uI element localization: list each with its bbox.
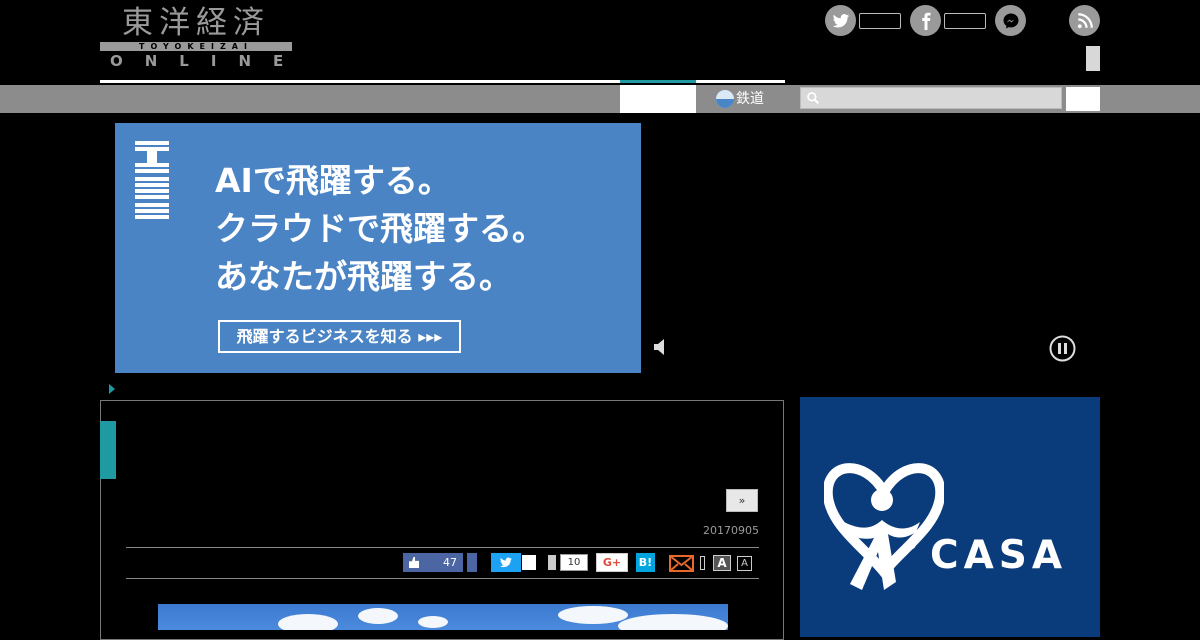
search-icon bbox=[807, 92, 819, 104]
logo-kanji: 東洋経済 bbox=[122, 5, 270, 41]
nav-item-railway[interactable]: 鉄道 bbox=[696, 85, 800, 113]
facebook-share-extra[interactable] bbox=[467, 553, 477, 572]
messenger-icon bbox=[1003, 13, 1019, 29]
registered-mark: ® bbox=[906, 539, 917, 552]
hatena-bookmark-button[interactable]: B! bbox=[636, 553, 655, 572]
font-size-small-button[interactable]: A bbox=[737, 556, 752, 571]
twitter-icon bbox=[832, 14, 850, 28]
ad-headline-line: クラウドで飛躍する。 bbox=[215, 209, 545, 248]
hatena-count-tab bbox=[548, 555, 556, 570]
nav-item-railway-label: 鉄道 bbox=[736, 91, 764, 107]
messenger-button[interactable] bbox=[995, 5, 1026, 36]
facebook-share-button[interactable]: 47 bbox=[403, 553, 463, 572]
nav-active-indicator bbox=[620, 80, 696, 83]
breadcrumb-arrow-icon bbox=[109, 384, 115, 394]
site-logo[interactable]: 東洋経済 TOYOKEIZAI ONLINE bbox=[100, 6, 292, 72]
search-input[interactable] bbox=[800, 87, 1062, 109]
ad-headline-line: AIで飛躍する。 bbox=[215, 161, 451, 200]
railway-icon bbox=[716, 90, 734, 108]
tweet-count-bubble bbox=[522, 555, 536, 570]
thumbs-up-icon bbox=[409, 557, 419, 568]
article-date: 20170905 bbox=[703, 524, 759, 537]
facebook-share-count: 47 bbox=[443, 556, 457, 569]
share-bar-top-rule bbox=[126, 547, 759, 548]
rss-feed-button[interactable] bbox=[1069, 5, 1100, 36]
facebook-icon bbox=[922, 12, 931, 30]
ad-headline-line: あなたが飛躍する。 bbox=[215, 257, 512, 296]
google-plus-button[interactable]: G+ bbox=[596, 553, 628, 572]
twitter-follower-count bbox=[859, 13, 901, 29]
search-submit-button[interactable] bbox=[1066, 87, 1100, 111]
speaker-mute-icon[interactable] bbox=[652, 337, 666, 357]
tweet-button[interactable] bbox=[491, 553, 521, 572]
ad-banner-casa[interactable]: ® CASA bbox=[800, 397, 1100, 637]
ibm-logo bbox=[135, 141, 169, 219]
article-category-marker bbox=[100, 421, 116, 479]
facebook-like-button[interactable] bbox=[910, 5, 941, 36]
casa-wordmark: CASA bbox=[930, 533, 1068, 578]
member-menu-button[interactable] bbox=[1086, 46, 1100, 71]
article-photo bbox=[158, 604, 728, 630]
ad-headline: AIで飛躍する。 クラウドで飛躍する。 あなたが飛躍する。 bbox=[215, 157, 545, 301]
facebook-like-count bbox=[944, 13, 986, 29]
ad-cta-button[interactable]: 飛躍するビジネスを知る ▸▸▸ bbox=[218, 320, 461, 353]
bookmark-count-bubble: 10 bbox=[560, 554, 588, 571]
print-button[interactable] bbox=[700, 556, 705, 570]
share-bar-bottom-rule bbox=[126, 578, 759, 579]
twitter-follow-button[interactable] bbox=[825, 5, 856, 36]
next-page-button[interactable]: » bbox=[726, 489, 758, 512]
nav-tab-active[interactable] bbox=[620, 85, 696, 113]
font-size-large-button[interactable]: A bbox=[713, 555, 731, 571]
logo-band: TOYOKEIZAI bbox=[100, 42, 292, 51]
rss-icon bbox=[1077, 13, 1093, 29]
casa-heart-logo bbox=[824, 463, 944, 590]
mail-icon[interactable] bbox=[669, 555, 694, 572]
ad-banner-ibm[interactable]: AIで飛躍する。 クラウドで飛躍する。 あなたが飛躍する。 飛躍するビジネスを知… bbox=[115, 123, 641, 373]
pause-icon[interactable] bbox=[1049, 335, 1076, 362]
twitter-icon bbox=[500, 557, 512, 568]
logo-online: ONLINE bbox=[110, 52, 306, 70]
